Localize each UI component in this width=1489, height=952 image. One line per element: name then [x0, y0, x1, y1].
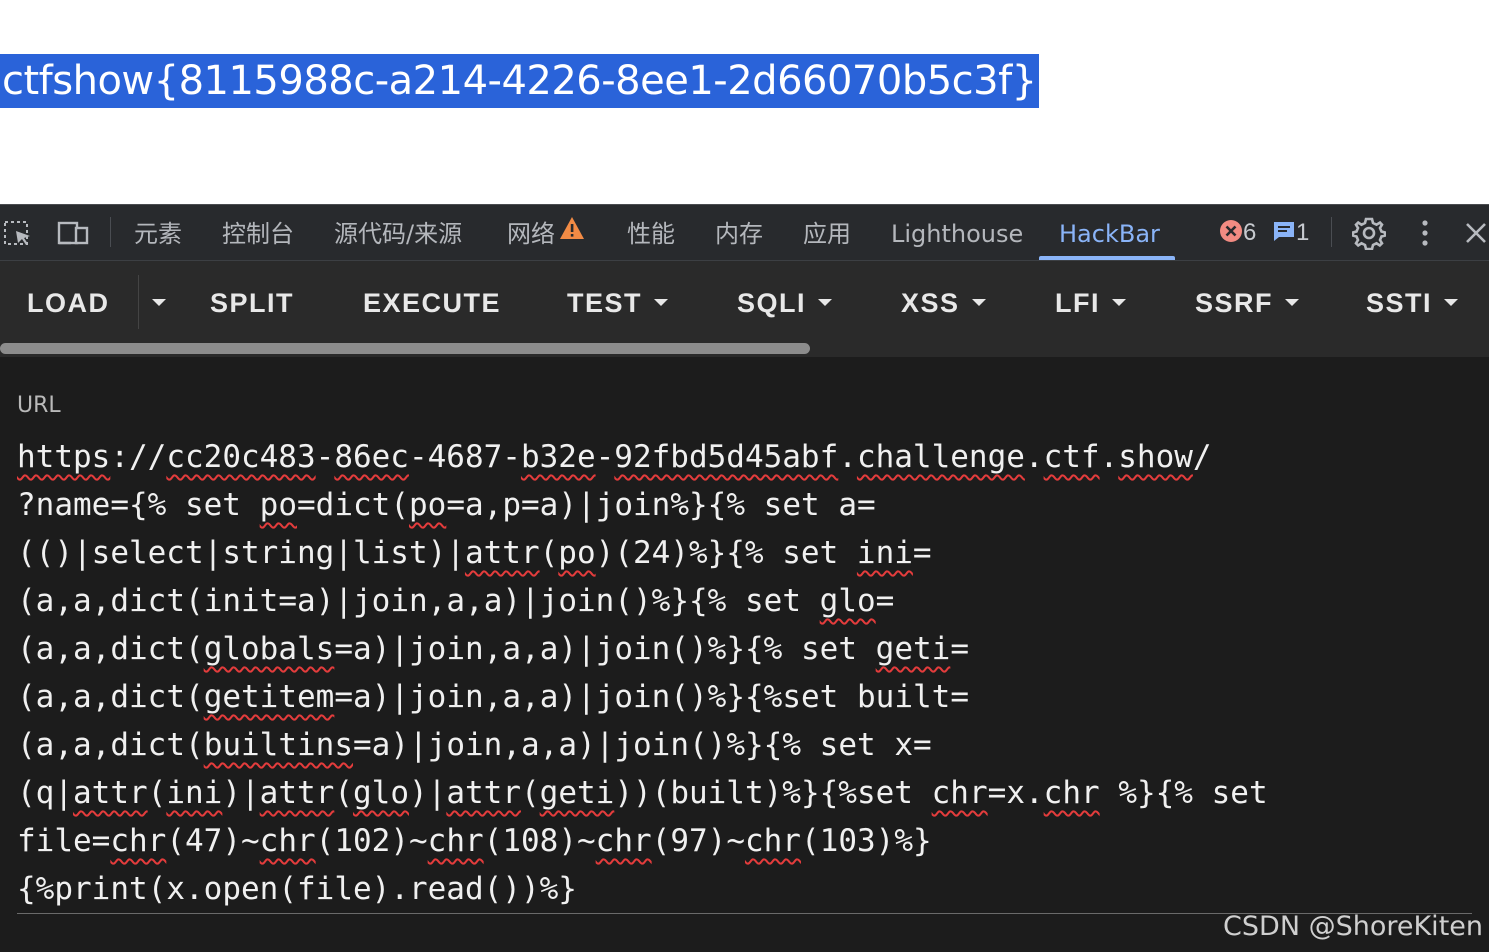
- web-page: ctfshow{8115988c-a214-4226-8ee1-2d66070b…: [0, 0, 1489, 204]
- tab-elements[interactable]: 元素: [134, 205, 182, 260]
- url-label: URL: [17, 393, 61, 418]
- toolbar-scrollbar-thumb[interactable]: [0, 343, 810, 354]
- url-line: (a,a,dict(builtins=a)|join,a,a)|join()%}…: [17, 727, 932, 763]
- ssrf-label: SSRF: [1195, 288, 1274, 318]
- flag-text-selected[interactable]: ctfshow{8115988c-a214-4226-8ee1-2d66070b…: [0, 54, 1039, 108]
- url-textarea[interactable]: https://cc20c483-86ec-4687-b32e-92fbd5d4…: [17, 433, 1472, 914]
- active-tab-indicator: [1039, 256, 1175, 260]
- toolbar-divider: [110, 217, 111, 247]
- chevron-down-icon: [1285, 299, 1300, 307]
- devtools-tab-bar: 元素 控制台 源代码/来源 网络 性能 内存 应用 Lighthouse Hac…: [0, 205, 1489, 261]
- hackbar-toolbar: LOAD SPLIT EXECUTE TEST SQLI XSS LFI SSR…: [0, 261, 1489, 343]
- close-icon[interactable]: [1463, 217, 1489, 249]
- url-line: file=chr(47)~chr(102)~chr(108)~chr(97)~c…: [17, 823, 932, 859]
- chevron-down-icon: [818, 299, 833, 307]
- url-line: (a,a,dict(init=a)|join,a,a)|join()%}{% s…: [17, 583, 895, 619]
- tab-network[interactable]: 网络: [507, 205, 585, 260]
- xss-menu-button[interactable]: XSS: [901, 261, 986, 343]
- url-line: (()|select|string|list)|attr(po)(24)%}{%…: [17, 535, 932, 571]
- sqli-label: SQLI: [737, 288, 807, 318]
- split-button[interactable]: SPLIT: [210, 261, 294, 343]
- tab-sources[interactable]: 源代码/来源: [334, 205, 462, 260]
- hackbar-content: URL https://cc20c483-86ec-4687-b32e-92fb…: [0, 357, 1489, 952]
- sqli-menu-button[interactable]: SQLI: [737, 261, 833, 343]
- load-button[interactable]: LOAD: [27, 261, 110, 343]
- chevron-down-icon: [1444, 299, 1459, 307]
- device-toggle-icon[interactable]: [57, 217, 89, 249]
- toolbar-divider: [1331, 217, 1332, 247]
- tab-application[interactable]: 应用: [803, 205, 851, 260]
- xss-label: XSS: [901, 288, 960, 318]
- url-line: (q|attr(ini)|attr(glo)|attr(geti))(built…: [17, 775, 1268, 811]
- url-line: (a,a,dict(globals=a)|join,a,a)|join()%}{…: [17, 631, 969, 667]
- tab-memory[interactable]: 内存: [715, 205, 763, 260]
- url-line: {%print(x.open(file).read())%}: [17, 871, 577, 907]
- tab-network-label: 网络: [507, 220, 555, 248]
- test-label: TEST: [567, 288, 643, 318]
- message-counter[interactable]: 1: [1272, 215, 1309, 251]
- chevron-down-icon: [152, 299, 166, 307]
- warning-icon: [559, 203, 585, 261]
- ssrf-menu-button[interactable]: SSRF: [1195, 261, 1300, 343]
- inspect-element-icon[interactable]: [2, 217, 34, 249]
- error-counter[interactable]: 6: [1219, 215, 1256, 251]
- execute-button[interactable]: EXECUTE: [363, 261, 501, 343]
- url-line: https://cc20c483-86ec-4687-b32e-92fbd5d4…: [17, 439, 1212, 475]
- chevron-down-icon: [1112, 299, 1126, 307]
- message-count: 1: [1296, 219, 1310, 246]
- ssti-menu-button[interactable]: SSTI: [1366, 261, 1459, 343]
- devtools-panel: 元素 控制台 源代码/来源 网络 性能 内存 应用 Lighthouse Hac…: [0, 204, 1489, 952]
- chevron-down-icon: [654, 299, 669, 307]
- more-vertical-icon[interactable]: [1413, 217, 1445, 249]
- lfi-menu-button[interactable]: LFI: [1055, 261, 1126, 343]
- error-icon: [1219, 219, 1243, 246]
- tab-console[interactable]: 控制台: [222, 205, 294, 260]
- chevron-down-icon: [971, 299, 986, 307]
- lfi-label: LFI: [1055, 288, 1100, 318]
- load-dropdown-button[interactable]: [140, 261, 180, 343]
- url-line: ?name={% set po=dict(po=a,p=a)|join%}{% …: [17, 487, 876, 523]
- error-count: 6: [1243, 219, 1257, 246]
- tab-hackbar[interactable]: HackBar: [1059, 205, 1160, 260]
- watermark: CSDN @ShoreKiten: [1223, 911, 1483, 942]
- settings-gear-icon[interactable]: [1351, 216, 1387, 251]
- tab-lighthouse[interactable]: Lighthouse: [891, 205, 1023, 260]
- message-icon: [1272, 219, 1296, 246]
- ssti-label: SSTI: [1366, 288, 1433, 318]
- test-menu-button[interactable]: TEST: [567, 261, 669, 343]
- load-divider: [138, 275, 139, 329]
- url-line: (a,a,dict(getitem=a)|join,a,a)|join()%}{…: [17, 679, 969, 715]
- tab-performance[interactable]: 性能: [627, 205, 675, 260]
